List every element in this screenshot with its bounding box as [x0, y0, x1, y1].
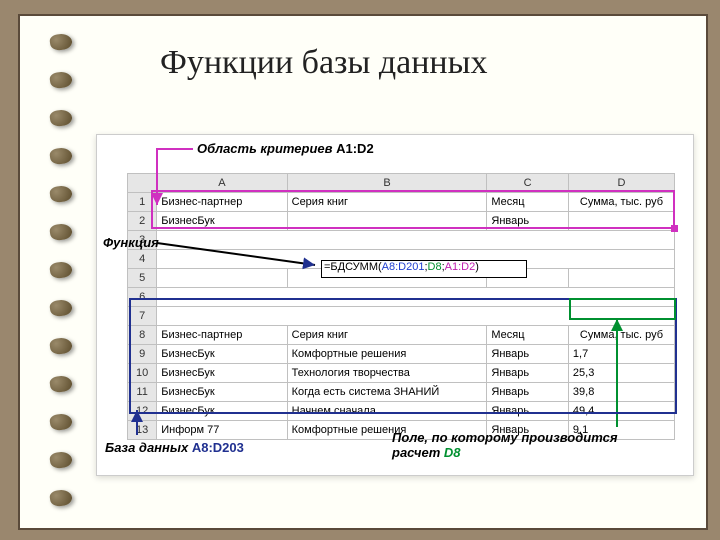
row-header[interactable]: 6 — [128, 288, 157, 307]
leaf-icon — [49, 451, 73, 470]
cell[interactable]: Информ 77 — [157, 421, 287, 440]
caption-criteria: Область критериев A1:D2 — [197, 141, 374, 156]
formula-fn: =БДСУММ( — [324, 261, 382, 273]
cell[interactable]: Начнем сначала — [287, 402, 487, 421]
caption-field-ref: D8 — [444, 445, 461, 460]
row-10: 10 БизнесБук Технология творчества Январ… — [128, 364, 675, 383]
col-header-b[interactable]: B — [287, 174, 487, 193]
formula-range1: A8:D201 — [382, 261, 425, 273]
row-header[interactable]: 13 — [128, 421, 157, 440]
leaf-icon — [49, 489, 73, 508]
cell[interactable]: Технология творчества — [287, 364, 487, 383]
row-header[interactable]: 10 — [128, 364, 157, 383]
formula-range2: D8 — [428, 261, 442, 273]
caption-field-text: Поле, по которому производится расчет — [392, 430, 617, 460]
cell[interactable]: Сумма, тыс. руб — [568, 193, 674, 212]
cell[interactable] — [157, 269, 287, 288]
leaf-icon — [49, 147, 73, 166]
cell[interactable]: Серия книг — [287, 326, 487, 345]
row-2: 2 БизнесБук Январь — [128, 212, 675, 231]
cell[interactable]: Комфортные решения — [287, 345, 487, 364]
leaf-icon — [49, 71, 73, 90]
leaf-icon — [49, 185, 73, 204]
formula-close: ) — [475, 261, 479, 273]
row-header[interactable]: 7 — [128, 307, 157, 326]
leaf-icon — [49, 33, 73, 52]
row-header[interactable]: 4 — [128, 250, 157, 269]
col-header-c[interactable]: C — [487, 174, 569, 193]
spreadsheet: A B C D 1 Бизнес-партнер Серия книг Меся… — [127, 173, 675, 440]
row-11: 11 БизнесБук Когда есть система ЗНАНИЙ Я… — [128, 383, 675, 402]
cell[interactable]: Январь — [487, 345, 569, 364]
cell[interactable]: БизнесБук — [157, 364, 287, 383]
caption-criteria-text: Область критериев — [197, 141, 332, 156]
slide: Функции базы данных Область критериев A1… — [18, 14, 708, 530]
cell[interactable]: Январь — [487, 212, 569, 231]
cell[interactable]: Когда есть система ЗНАНИЙ — [287, 383, 487, 402]
cell[interactable] — [287, 212, 487, 231]
corner-cell[interactable] — [128, 174, 157, 193]
cell[interactable]: Месяц — [487, 193, 569, 212]
row-header[interactable]: 8 — [128, 326, 157, 345]
cell[interactable] — [568, 212, 674, 231]
leaf-icon — [49, 375, 73, 394]
row-1: 1 Бизнес-партнер Серия книг Месяц Сумма,… — [128, 193, 675, 212]
row-header[interactable]: 2 — [128, 212, 157, 231]
row-12: 12 БизнесБук Начнем сначала Январь 49,4 — [128, 402, 675, 421]
leaf-icon — [49, 299, 73, 318]
row-header[interactable]: 5 — [128, 269, 157, 288]
row-9: 9 БизнесБук Комфортные решения Январь 1,… — [128, 345, 675, 364]
col-header-d[interactable]: D — [568, 174, 674, 193]
col-header-a[interactable]: A — [157, 174, 287, 193]
cell[interactable]: 49,4 — [568, 402, 674, 421]
cell[interactable]: Сумма, тыс. руб — [568, 326, 674, 345]
formula-editor[interactable]: =БДСУММ(A8:D201;D8;A1:D2) — [321, 260, 527, 278]
diagram-panel: Область критериев A1:D2 Функция База дан… — [96, 134, 694, 476]
leaf-icon — [49, 413, 73, 432]
row-header[interactable]: 11 — [128, 383, 157, 402]
cell[interactable]: Бизнес-партнер — [157, 326, 287, 345]
formula-range3: A1:D2 — [445, 261, 476, 273]
cell[interactable]: БизнесБук — [157, 212, 287, 231]
row-8: 8 Бизнес-партнер Серия книг Месяц Сумма,… — [128, 326, 675, 345]
caption-function: Функция — [103, 235, 159, 250]
cell[interactable]: 1,7 — [568, 345, 674, 364]
cell[interactable] — [157, 288, 675, 307]
leaf-icon — [49, 261, 73, 280]
cell[interactable]: БизнесБук — [157, 402, 287, 421]
cell[interactable]: Серия книг — [287, 193, 487, 212]
row-header[interactable]: 9 — [128, 345, 157, 364]
cell[interactable]: Январь — [487, 383, 569, 402]
decorative-bullets — [50, 34, 76, 514]
cell[interactable]: Бизнес-партнер — [157, 193, 287, 212]
cell[interactable]: 39,8 — [568, 383, 674, 402]
caption-database: База данных A8:D203 — [105, 440, 244, 455]
cell[interactable]: Январь — [487, 402, 569, 421]
leaf-icon — [49, 109, 73, 128]
row-header[interactable]: 12 — [128, 402, 157, 421]
caption-criteria-ref: A1:D2 — [336, 141, 374, 156]
leaf-icon — [49, 223, 73, 242]
row-header[interactable]: 1 — [128, 193, 157, 212]
caption-database-ref: A8:D203 — [192, 440, 244, 455]
caption-database-text: База данных — [105, 440, 188, 455]
cell[interactable]: БизнесБук — [157, 345, 287, 364]
cell[interactable]: Месяц — [487, 326, 569, 345]
caption-field: Поле, по которому производится расчет D8 — [392, 430, 652, 460]
leaf-icon — [49, 337, 73, 356]
cell[interactable] — [157, 307, 675, 326]
cell[interactable]: БизнесБук — [157, 383, 287, 402]
cell[interactable] — [157, 231, 675, 250]
grid-table: A B C D 1 Бизнес-партнер Серия книг Меся… — [127, 173, 675, 440]
cell[interactable]: Январь — [487, 364, 569, 383]
slide-title: Функции базы данных — [160, 44, 487, 82]
cell[interactable] — [568, 269, 674, 288]
cell[interactable]: 25,3 — [568, 364, 674, 383]
